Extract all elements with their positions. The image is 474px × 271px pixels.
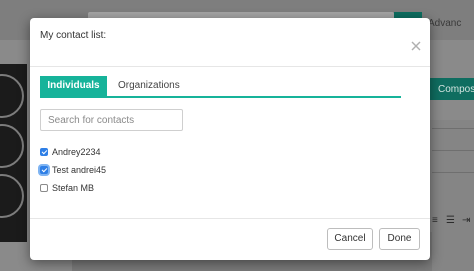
background-advanced-link: Advanc <box>428 18 462 29</box>
background-compose-label: Compos <box>438 84 474 95</box>
tab-individuals[interactable]: Individuals <box>40 76 107 96</box>
contact-name: Stefan MB <box>52 183 95 193</box>
list-item[interactable]: Test andrei45 <box>40 163 106 177</box>
search-contacts-input[interactable] <box>40 109 183 131</box>
contact-name: Andrey2234 <box>52 147 101 157</box>
contact-list-modal: My contact list: Individuals Organizatio… <box>30 18 430 260</box>
contact-checkbox[interactable] <box>40 166 48 174</box>
list-item[interactable]: Andrey2234 <box>40 145 101 159</box>
contact-tabs: Individuals Organizations <box>40 76 401 98</box>
background-divider <box>432 172 474 173</box>
background-indent-icon: ⇥ <box>462 215 471 226</box>
modal-title: My contact list: <box>40 30 107 41</box>
background-divider <box>432 128 474 129</box>
modal-header: My contact list: <box>30 18 430 67</box>
contact-name: Test andrei45 <box>52 165 107 175</box>
background-right-column <box>430 120 474 271</box>
tab-organizations[interactable]: Organizations <box>118 76 180 96</box>
cancel-button[interactable]: Cancel <box>327 228 373 250</box>
background-divider <box>432 150 474 151</box>
modal-footer-divider <box>30 218 430 219</box>
background-profile-photo <box>0 64 27 242</box>
contact-checkbox[interactable] <box>40 148 48 156</box>
contact-checkbox[interactable] <box>40 184 48 192</box>
done-button[interactable]: Done <box>379 228 420 250</box>
background-list-icon: ☰ <box>446 215 455 226</box>
list-item[interactable]: Stefan MB <box>40 181 94 195</box>
background-align-icon: ≡ <box>432 215 438 226</box>
close-icon[interactable] <box>410 40 422 52</box>
